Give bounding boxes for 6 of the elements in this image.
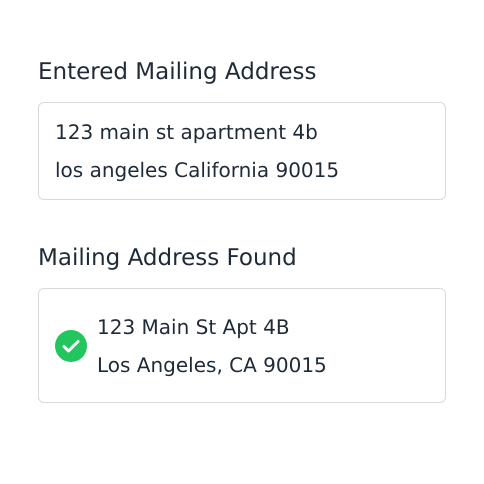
section-heading: Mailing Address Found <box>38 244 298 273</box>
section-heading: Entered Mailing Address <box>38 58 318 87</box>
address-line: Los Angeles, CA 90015 <box>97 352 327 378</box>
address-line: los angeles California 90015 <box>55 157 340 184</box>
address-line: 123 main st apartment 4b <box>55 119 319 146</box>
address-line: 123 Main St Apt 4B <box>97 314 291 340</box>
